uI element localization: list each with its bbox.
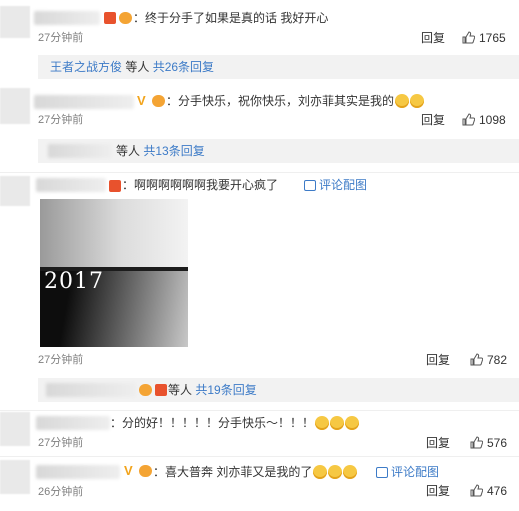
crying-face-emoji-icon [330,416,345,430]
laughing-cat-emoji-icon [410,94,425,108]
comment-image-link[interactable]: 评论配图 [304,177,367,193]
crying-face-emoji-icon [315,416,330,430]
like-button[interactable]: 576 [470,436,507,450]
subreply-middle: 等人 [122,60,153,74]
like-count: 1765 [479,31,506,45]
avatar[interactable] [0,6,30,38]
thumbs-up-icon [462,31,476,44]
crown-badge-icon [139,465,152,477]
reply-button[interactable]: 回复 [426,484,450,498]
laughing-cat-emoji-icon [395,94,410,108]
like-count: 1098 [479,113,506,127]
comment-image-link[interactable]: 评论配图 [376,464,439,480]
thumbs-up-icon [462,113,476,126]
subreply-user-link[interactable]: 王者之战方俊 [50,60,122,74]
like-count: 476 [487,484,508,498]
subreply-bar[interactable]: 等人 共19条回复 [38,378,519,402]
subreply-count-link[interactable]: 共19条回复 [195,383,256,397]
avatar[interactable] [0,460,30,494]
comment-image[interactable]: 2017 [40,199,188,347]
comment-text: ：终于分手了如果是真的话 我好开心 [133,11,329,25]
verified-v-icon: V [124,463,133,478]
picture-icon [376,467,388,478]
like-button[interactable]: 1098 [462,113,506,127]
thumbs-up-icon [470,353,484,366]
reply-button[interactable]: 回复 [421,31,445,45]
crying-face-emoji-icon [313,465,328,479]
comment-text: ：分手快乐，祝你快乐，刘亦菲其实是我的 [166,93,425,109]
crown-badge-icon [119,12,132,24]
username-blurred[interactable] [34,11,100,25]
comment-time: 27分钟前 [38,114,84,126]
avatar[interactable] [0,176,30,206]
like-count: 576 [487,436,508,450]
comment-text-content: ：分手快乐，祝你快乐，刘亦菲其实是我的 [166,94,395,108]
crying-face-emoji-icon [345,416,360,430]
like-count: 782 [487,353,508,367]
comment-time: 26分钟前 [38,486,84,498]
thumbs-up-icon [470,484,484,497]
member-badge-icon [155,384,167,396]
comment-time: 27分钟前 [38,354,84,366]
reply-button[interactable]: 回复 [421,113,445,127]
comment-image-link-label: 评论配图 [319,178,368,192]
picture-icon [304,180,316,191]
like-button[interactable]: 1765 [462,31,506,45]
verified-v-icon: V [137,93,146,108]
subreply-user-blurred[interactable] [46,383,136,397]
username-blurred[interactable] [36,178,106,192]
subreply-bar[interactable]: 等人 共13条回复 [38,139,519,163]
crying-face-emoji-icon [343,465,358,479]
subreply-middle: 等人 [168,383,196,397]
like-button[interactable]: 782 [470,353,507,367]
image-year-text: 2017 [44,269,104,294]
reply-button[interactable]: 回复 [426,353,450,367]
crown-badge-icon [152,95,165,107]
crown-badge-icon [139,384,152,396]
username-blurred[interactable] [36,465,120,479]
divider [0,172,519,173]
subreply-count-link[interactable]: 共13条回复 [143,144,204,158]
divider [0,456,519,457]
avatar[interactable] [0,88,30,124]
username-blurred[interactable] [36,416,110,430]
reply-button[interactable]: 回复 [426,436,450,450]
comment-time: 27分钟前 [38,437,84,449]
comment-text: ：喜大普奔 刘亦菲又是我的了 [153,464,358,480]
like-button[interactable]: 476 [470,484,507,498]
image-top-panel [40,199,188,267]
comment-text: ：啊啊啊啊啊啊我要开心疯了 [122,178,279,192]
comment-text-content: ：分的好！！！！！分手快乐～！！！ [110,416,315,430]
comment-text-content: ：喜大普奔 刘亦菲又是我的了 [153,465,313,479]
member-badge-icon [104,12,116,24]
crying-face-emoji-icon [328,465,343,479]
subreply-bar[interactable]: 王者之战方俊 等人 共26条回复 [38,55,519,79]
thumbs-up-icon [470,436,484,449]
divider [0,410,519,411]
comment-time: 27分钟前 [38,32,84,44]
subreply-count-link[interactable]: 共26条回复 [153,60,214,74]
comment-text: ：分的好！！！！！分手快乐～！！！ [110,415,360,431]
subreply-middle: 等人 [116,144,144,158]
comment-image-link-label: 评论配图 [391,465,440,479]
subreply-user-blurred[interactable] [48,144,112,158]
username-blurred[interactable] [34,95,134,109]
member-badge-icon [109,180,121,192]
avatar[interactable] [0,412,30,446]
